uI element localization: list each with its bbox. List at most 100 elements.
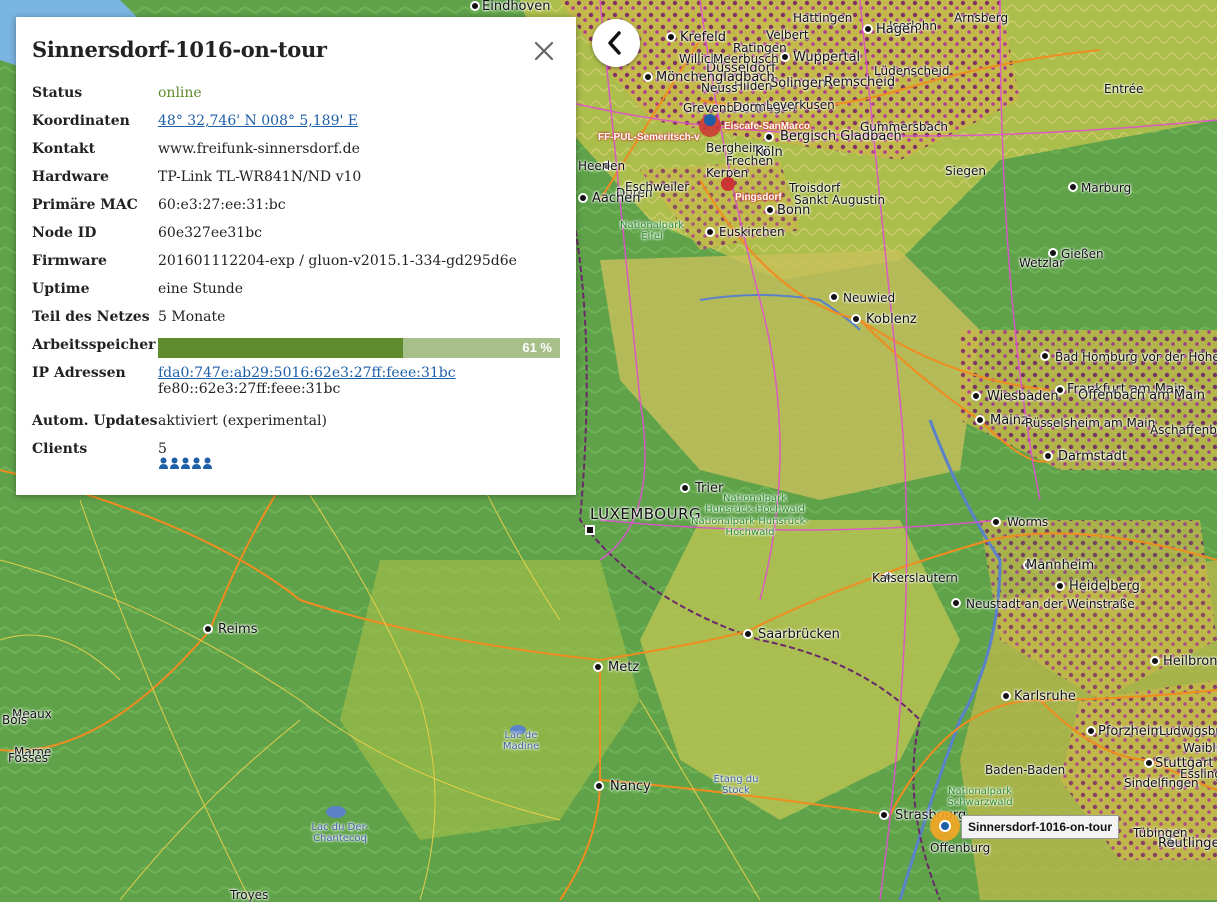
city-marker xyxy=(971,391,981,401)
property-label: Teil des Netzes xyxy=(32,309,150,325)
status-value: online xyxy=(158,85,202,101)
city-label: Worms xyxy=(1007,515,1049,529)
property-row-ip: IP Adressen fda0:747e:ab29:5016:62e3:27f… xyxy=(32,365,560,413)
coordinates-link[interactable]: 48° 32,746' N 008° 5,189' E xyxy=(158,113,358,129)
uptime-value: eine Stunde xyxy=(158,281,244,297)
back-button[interactable] xyxy=(592,19,640,67)
property-row-node-id: Node ID 60e327ee31bc xyxy=(32,225,560,253)
autoupdate-value: aktiviert (experimental) xyxy=(158,413,327,429)
city-label: Aschaffenburg xyxy=(1150,423,1217,437)
contact-value: www.freifunk-sinnersdorf.de xyxy=(158,141,360,157)
city-label: Reutlingen xyxy=(1158,836,1217,851)
city-label: Karlsruhe xyxy=(1014,689,1076,704)
city-label: Arnsberg xyxy=(954,11,1009,25)
client-person-icon xyxy=(159,457,168,469)
city-label: Euskirchen xyxy=(719,225,785,239)
node-id-value: 60e327ee31bc xyxy=(158,225,263,241)
city-label: Offenburg xyxy=(930,841,991,855)
property-label: Autom. Updates xyxy=(32,413,158,429)
property-row-clients: Clients 5 xyxy=(32,441,560,473)
city-label: Metz xyxy=(608,660,640,675)
city-label: Offenbach am Main xyxy=(1078,388,1205,403)
property-label: Clients xyxy=(32,441,88,457)
city-marker xyxy=(1086,726,1096,736)
property-row-uptime: Uptime eine Stunde xyxy=(32,281,560,309)
mac-value: 60:e3:27:ee:31:bc xyxy=(158,197,286,213)
close-icon xyxy=(534,41,554,61)
memory-cell: 61 % xyxy=(158,337,560,365)
city-label: Reims xyxy=(218,622,258,637)
client-person-icon xyxy=(203,457,212,469)
city-marker xyxy=(1001,691,1011,701)
property-label: Status xyxy=(32,85,83,101)
city-marker xyxy=(593,662,603,672)
city-label: Velbert xyxy=(766,28,809,42)
city-marker xyxy=(1040,351,1050,361)
selected-node-label[interactable]: Sinnersdorf-1016-on-tour xyxy=(961,815,1120,839)
city-marker xyxy=(578,193,588,203)
close-button[interactable] xyxy=(532,39,556,63)
city-label: Krefeld xyxy=(680,30,727,45)
node-label[interactable]: Eiscafe-SanMarco xyxy=(724,121,810,132)
property-label: Kontakt xyxy=(32,141,96,157)
property-label: IP Adressen xyxy=(32,365,126,381)
city-marker xyxy=(1150,656,1160,666)
city-label: Siegen xyxy=(945,164,986,178)
city-label: Neuss xyxy=(701,81,738,95)
city-label: Saarbrücken xyxy=(758,627,840,642)
client-icons xyxy=(158,457,213,473)
city-label: Entrée xyxy=(1104,82,1144,96)
selected-node-dot[interactable] xyxy=(939,820,951,832)
city-marker xyxy=(743,629,753,639)
network-age-value: 5 Monate xyxy=(158,309,226,325)
city-label: Eindhoven xyxy=(482,0,551,14)
city-marker xyxy=(643,72,653,82)
node-label[interactable]: FF-PUL-Semeritsch-v xyxy=(598,132,700,143)
property-row-coordinates: Koordinaten 48° 32,746' N 008° 5,189' E xyxy=(32,113,560,141)
property-label: Hardware xyxy=(32,169,109,185)
property-label: Uptime xyxy=(32,281,90,297)
city-label: Heerlen xyxy=(578,159,626,173)
chevron-left-icon xyxy=(608,31,621,55)
city-label: Hagen xyxy=(876,22,919,37)
park-label: Nationalpark Hunsrück-Hochwald xyxy=(705,493,805,515)
city-label: Heidelberg xyxy=(1069,579,1140,594)
node-marker[interactable] xyxy=(704,114,716,126)
node-info-panel: Sinnersdorf-1016-on-tour Status online K… xyxy=(16,17,576,495)
ip-address-link[interactable]: fda0:747e:ab29:5016:62e3:27ff:feee:31bc xyxy=(158,365,456,381)
client-person-icon xyxy=(170,457,179,469)
property-label: Node ID xyxy=(32,225,97,241)
city-label: Mainz xyxy=(990,413,1028,428)
city-label: Kaiserslautern xyxy=(872,571,958,585)
firmware-value: 201601112204-exp / gluon-v2015.1-334-gd2… xyxy=(158,253,517,269)
property-label: Firmware xyxy=(32,253,107,269)
city-label: Solingen xyxy=(770,76,827,91)
property-row-mac: Primäre MAC 60:e3:27:ee:31:bc xyxy=(32,197,560,225)
property-label: Koordinaten xyxy=(32,113,130,129)
city-label: Gießen xyxy=(1061,247,1104,261)
city-label: Lüdenscheid xyxy=(874,64,950,78)
city-label: LUXEMBOURG xyxy=(590,505,702,523)
property-row-network-age: Teil des Netzes 5 Monate xyxy=(32,309,560,337)
client-person-icon xyxy=(192,457,201,469)
city-label: Wuppertal xyxy=(793,50,861,65)
city-marker xyxy=(203,624,213,634)
city-marker xyxy=(975,415,985,425)
hardware-value: TP-Link TL-WR841N/ND v10 xyxy=(158,169,362,185)
node-label[interactable]: Pingsdorf xyxy=(735,192,782,203)
city-marker xyxy=(765,205,775,215)
city-marker xyxy=(585,525,595,535)
node-title: Sinnersdorf-1016-on-tour xyxy=(32,37,327,62)
city-label: Baden-Baden xyxy=(985,763,1066,777)
property-row-autoupdate: Autom. Updates aktiviert (experimental) xyxy=(32,413,560,441)
city-label: Nancy xyxy=(610,779,651,794)
node-marker[interactable] xyxy=(721,177,735,191)
city-marker xyxy=(705,227,715,237)
client-person-icon xyxy=(181,457,190,469)
property-row-contact: Kontakt www.freifunk-sinnersdorf.de xyxy=(32,141,560,169)
lake-label: Lac du Der-Chantecoq xyxy=(311,822,369,844)
park-label: Nationalpark Schwarzwald xyxy=(947,786,1013,808)
city-label: Wiesbaden xyxy=(987,389,1059,404)
city-marker xyxy=(680,483,690,493)
park-label: Nationalpark Hunsrück-Hochwald xyxy=(691,516,809,538)
